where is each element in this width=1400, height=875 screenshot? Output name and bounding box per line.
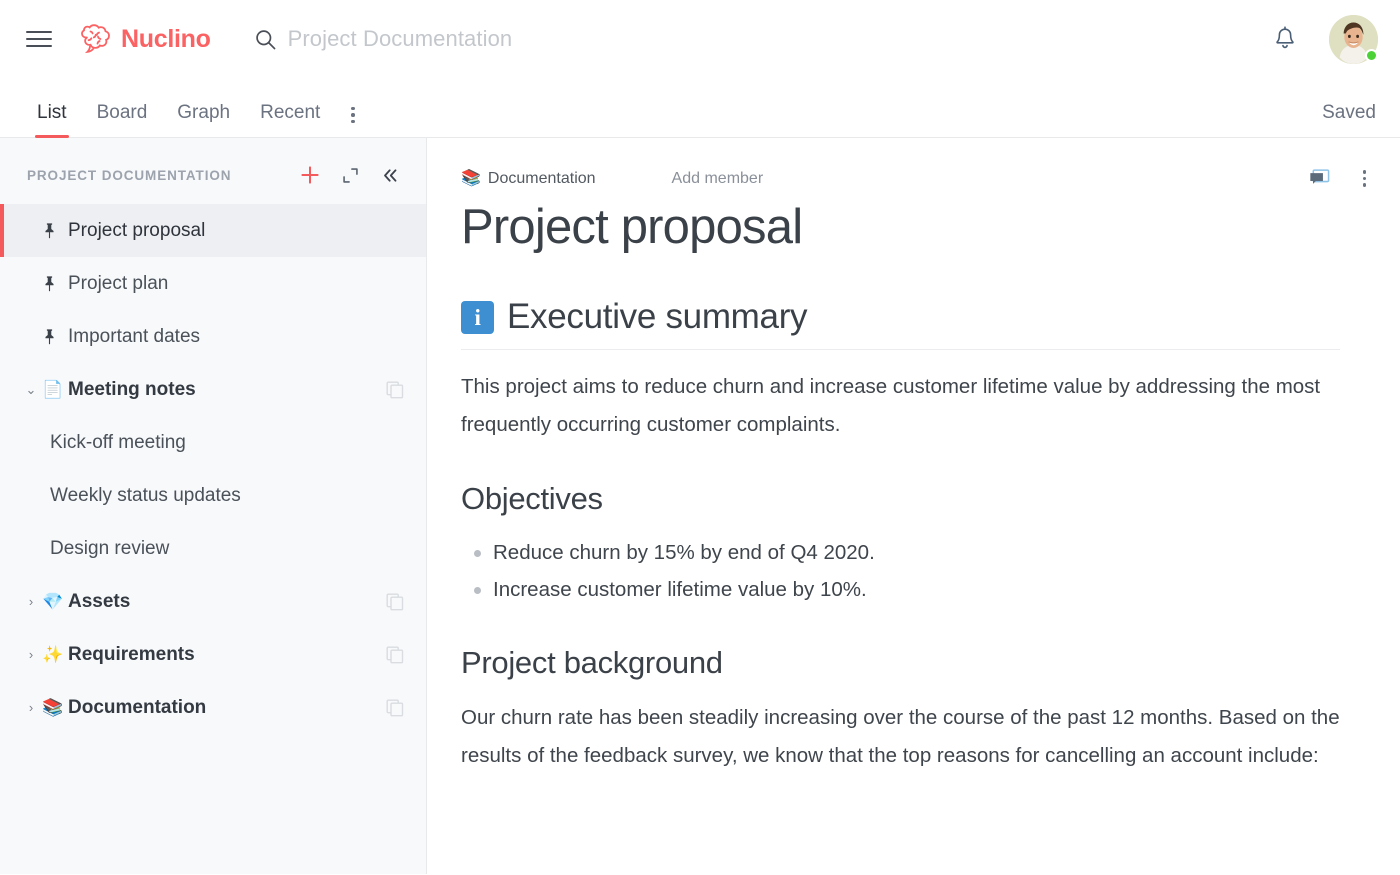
objectives-list: Reduce churn by 15% by end of Q4 2020. I… xyxy=(461,534,1340,609)
tab-board[interactable]: Board xyxy=(82,102,163,137)
tab-list[interactable]: List xyxy=(22,102,82,137)
sidebar-item-project-proposal[interactable]: Project proposal xyxy=(0,204,426,257)
section-heading-objectives: Objectives xyxy=(461,480,1340,517)
document-pane: 📚 Documentation Add member Project propo… xyxy=(427,138,1400,874)
section-paragraph[interactable]: This project aims to reduce churn and in… xyxy=(461,368,1340,444)
chevron-right-icon[interactable]: › xyxy=(24,701,38,714)
sidebar-item-label: Documentation xyxy=(68,697,386,719)
breadcrumb-label: Documentation xyxy=(488,170,596,188)
more-vertical-icon xyxy=(1363,170,1367,187)
tab-graph-label: Graph xyxy=(177,102,230,123)
stacked-pages-icon xyxy=(386,699,404,717)
add-item-button[interactable] xyxy=(300,165,320,185)
sidebar-cluster-assets[interactable]: › 💎 Assets xyxy=(0,575,426,628)
list-item[interactable]: Increase customer lifetime value by 10%. xyxy=(461,571,1340,608)
sidebar-title: PROJECT DOCUMENTATION xyxy=(27,168,278,183)
sidebar-item-list: Project proposal Project plan Important … xyxy=(0,204,426,734)
sidebar-item-label: Project proposal xyxy=(68,220,404,242)
section-heading-project-background: Project background xyxy=(461,644,1340,681)
add-member-button[interactable]: Add member xyxy=(672,170,764,188)
save-status: Saved xyxy=(1322,102,1376,137)
sparkles-emoji-icon: ✨ xyxy=(42,646,68,663)
sidebar-item-design-review[interactable]: Design review xyxy=(0,522,426,575)
document-more-menu-button[interactable] xyxy=(1359,168,1371,189)
list-item[interactable]: Reduce churn by 15% by end of Q4 2020. xyxy=(461,534,1340,571)
more-vertical-icon xyxy=(351,107,355,124)
view-tabs: List Board Graph Recent xyxy=(22,102,1322,137)
stacked-pages-icon xyxy=(386,593,404,611)
tab-board-label: Board xyxy=(97,102,148,123)
main-body: PROJECT DOCUMENTATION xyxy=(0,138,1400,874)
document-header: 📚 Documentation Add member xyxy=(427,138,1400,189)
sidebar-item-weekly-status-updates[interactable]: Weekly status updates xyxy=(0,469,426,522)
sidebar-item-label: Important dates xyxy=(68,326,404,348)
section-heading-text: Executive summary xyxy=(507,297,807,337)
page-emoji-icon: 📄 xyxy=(42,381,68,398)
page-title[interactable]: Project proposal xyxy=(461,201,1340,255)
sidebar-item-label: Assets xyxy=(68,591,386,613)
brain-logo-icon xyxy=(80,24,114,54)
sidebar-item-label: Project plan xyxy=(68,273,404,295)
information-emoji-icon: i xyxy=(461,301,494,334)
sidebar-cluster-requirements[interactable]: › ✨ Requirements xyxy=(0,628,426,681)
tab-list-label: List xyxy=(37,102,67,123)
comment-bubble-icon[interactable] xyxy=(1308,168,1331,189)
tab-recent-label: Recent xyxy=(260,102,320,123)
bell-icon[interactable] xyxy=(1273,26,1297,52)
pin-icon xyxy=(42,222,68,239)
chevron-down-icon[interactable]: ⌄ xyxy=(24,383,38,396)
sidebar-item-label: Meeting notes xyxy=(68,379,386,401)
view-tab-bar: List Board Graph Recent Saved xyxy=(0,78,1400,138)
gem-emoji-icon: 💎 xyxy=(42,593,68,610)
sidebar-item-kick-off-meeting[interactable]: Kick-off meeting xyxy=(0,416,426,469)
sidebar: PROJECT DOCUMENTATION xyxy=(0,138,427,874)
section-heading-executive-summary: i Executive summary xyxy=(461,297,1340,350)
tab-overflow-menu-button[interactable] xyxy=(335,107,371,138)
sidebar-item-label: Design review xyxy=(50,538,404,560)
hamburger-line xyxy=(26,38,52,40)
expand-icon xyxy=(342,167,359,184)
sidebar-cluster-meeting-notes[interactable]: ⌄ 📄 Meeting notes xyxy=(0,363,426,416)
pin-icon xyxy=(42,328,68,345)
sidebar-item-label: Kick-off meeting xyxy=(50,432,404,454)
sidebar-cluster-documentation[interactable]: › 📚 Documentation xyxy=(0,681,426,734)
avatar[interactable] xyxy=(1329,15,1378,64)
pin-icon xyxy=(42,275,68,292)
chevron-right-icon[interactable]: › xyxy=(24,595,38,608)
books-emoji-icon: 📚 xyxy=(461,171,481,187)
top-header-bar: Nuclino Project Documentation xyxy=(0,0,1400,78)
tab-graph[interactable]: Graph xyxy=(162,102,245,137)
stacked-pages-icon xyxy=(386,646,404,664)
plus-icon xyxy=(300,165,320,185)
brand-name: Nuclino xyxy=(121,25,211,54)
expand-sidebar-button[interactable] xyxy=(342,167,359,184)
hamburger-line xyxy=(26,45,52,47)
status-badge-online xyxy=(1365,49,1378,62)
tab-recent[interactable]: Recent xyxy=(245,102,335,137)
breadcrumb[interactable]: 📚 Documentation xyxy=(461,170,596,188)
section-paragraph[interactable]: Our churn rate has been steadily increas… xyxy=(461,699,1340,775)
hamburger-menu-icon[interactable] xyxy=(26,26,52,52)
hamburger-line xyxy=(26,31,52,33)
sidebar-item-important-dates[interactable]: Important dates xyxy=(0,310,426,363)
collapse-sidebar-button[interactable] xyxy=(381,166,400,185)
chevrons-left-icon xyxy=(381,166,400,185)
sidebar-item-label: Weekly status updates xyxy=(50,485,404,507)
search-icon xyxy=(255,29,276,50)
sidebar-item-project-plan[interactable]: Project plan xyxy=(0,257,426,310)
brand-logo[interactable]: Nuclino xyxy=(80,24,211,54)
search-input[interactable]: Project Documentation xyxy=(255,26,1273,52)
sidebar-item-label: Requirements xyxy=(68,644,386,666)
sidebar-header: PROJECT DOCUMENTATION xyxy=(0,152,426,198)
books-emoji-icon: 📚 xyxy=(42,699,68,716)
search-placeholder-text: Project Documentation xyxy=(288,26,513,52)
chevron-right-icon[interactable]: › xyxy=(24,648,38,661)
document-content: Project proposal i Executive summary Thi… xyxy=(427,201,1400,776)
stacked-pages-icon xyxy=(386,381,404,399)
